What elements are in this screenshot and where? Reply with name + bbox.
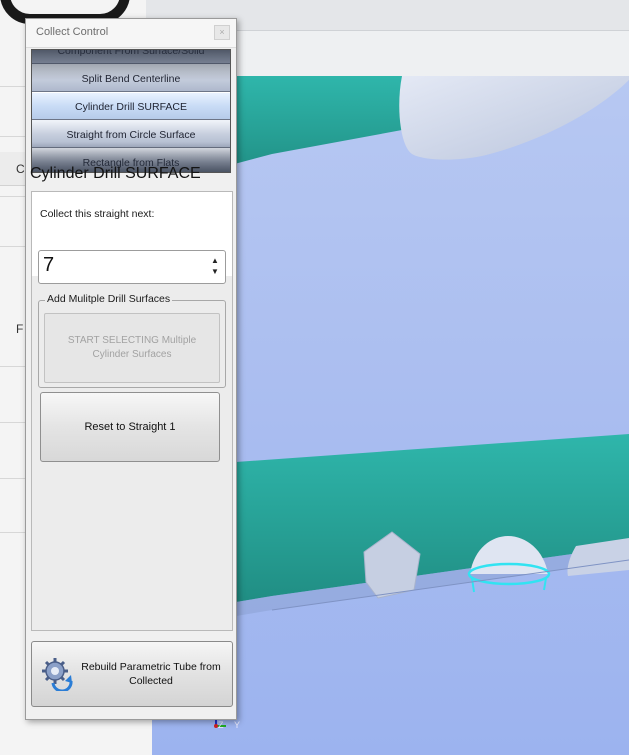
- axis-z-label: Z: [218, 720, 224, 730]
- window-titlebar[interactable]: Collect Control ×: [26, 19, 236, 48]
- window-title: Collect Control: [36, 26, 109, 38]
- drill-surfaces-group: Add Mulitple Drill Surfaces START SELECT…: [38, 293, 226, 388]
- method-heading: Cylinder Drill SURFACE: [30, 165, 201, 182]
- collect-next-label: Collect this straight next:: [40, 208, 155, 220]
- gear-refresh-icon: [42, 658, 73, 691]
- axis-y-label: Y: [234, 720, 241, 730]
- collect-control-window: Collect Control × Component From Surface…: [25, 18, 237, 720]
- method-carousel[interactable]: Component From Surface/Solid Split Bend …: [31, 49, 231, 173]
- left-pane-tab-label: F: [16, 322, 24, 336]
- method-item[interactable]: Straight from Circle Surface: [32, 120, 230, 148]
- drill-surfaces-legend: Add Mulitple Drill Surfaces: [45, 293, 173, 305]
- method-item[interactable]: Component From Surface/Solid: [32, 50, 230, 64]
- reset-to-straight-button[interactable]: Reset to Straight 1: [40, 392, 220, 462]
- straight-number-value[interactable]: 7: [43, 254, 54, 277]
- upper-shell: [399, 76, 629, 160]
- stepper-arrows-icon[interactable]: ▲ ▼: [210, 255, 220, 279]
- start-selecting-button[interactable]: START SELECTING Multiple Cylinder Surfac…: [44, 313, 220, 383]
- method-item[interactable]: Split Bend Centerline: [32, 64, 230, 92]
- rebuild-tube-label: Rebuild Parametric Tube from Collected: [81, 661, 221, 687]
- method-item-selected[interactable]: Cylinder Drill SURFACE: [32, 92, 230, 120]
- close-button[interactable]: ×: [214, 25, 230, 40]
- straight-number-stepper[interactable]: 7 ▲ ▼: [38, 250, 226, 284]
- method-panel: Collect this straight next: 7 ▲ ▼ Add Mul…: [31, 191, 233, 631]
- rebuild-tube-button[interactable]: Rebuild Parametric Tube from Collected: [31, 641, 233, 707]
